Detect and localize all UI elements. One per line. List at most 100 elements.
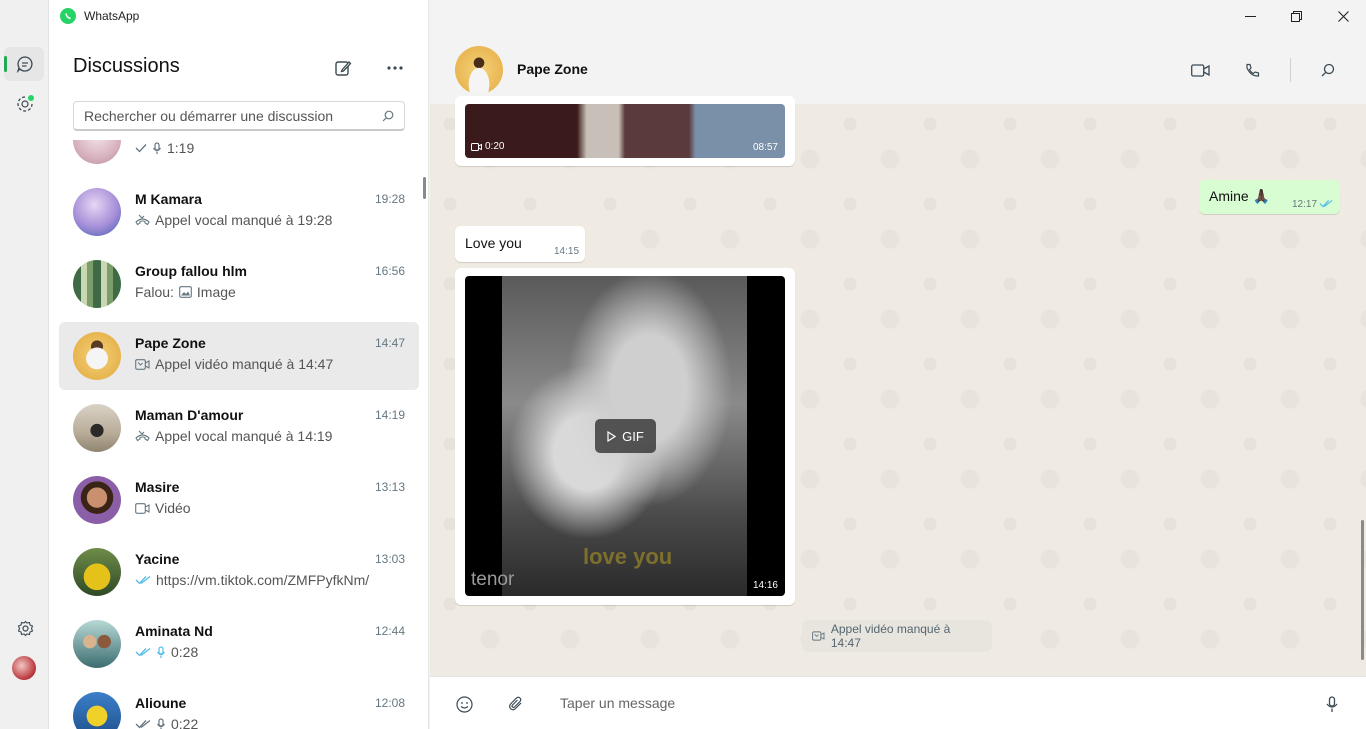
chat-item-aminata-nd[interactable]: Aminata Nd 12:44 0:28 [59, 610, 419, 678]
outgoing-message-bubble[interactable]: Amine 🙏🏿 12:17 [1199, 180, 1340, 214]
chat-item[interactable]: 1:19 [59, 140, 419, 174]
video-duration: 0:20 [485, 141, 505, 152]
close-button[interactable] [1333, 6, 1353, 26]
chat-time: 12:08 [374, 696, 405, 710]
whatsapp-logo-icon [60, 8, 76, 24]
profile-avatar[interactable] [12, 656, 36, 680]
chat-preview: Appel vidéo manqué à 14:47 [135, 356, 333, 372]
search-icon [1321, 63, 1335, 77]
chat-item-m-kamara[interactable]: M Kamara 19:28 Appel vocal manqué à 19:2… [59, 178, 419, 246]
chat-preview: Falou: Image [135, 284, 236, 300]
chat-item-masire[interactable]: Masire 13:13 Vidéo [59, 466, 419, 534]
missed-video-call-icon [812, 631, 825, 641]
nav-rail [0, 0, 49, 729]
chat-preview-text: Vidéo [155, 500, 191, 516]
conversation-panel: Pape Zone 0:20 08:57 Amine 🙏🏿 12:17 Love… [430, 0, 1366, 729]
search-input[interactable] [84, 107, 382, 124]
gif-message-bubble[interactable]: GIF love you tenor 14:16 [455, 268, 795, 605]
chat-time: 13:13 [374, 480, 405, 494]
avatar [73, 140, 121, 164]
chat-name: M Kamara [135, 191, 202, 207]
chat-preview: Appel vocal manqué à 19:28 [135, 212, 332, 228]
voice-message-button[interactable] [1321, 693, 1343, 715]
chat-name: Pape Zone [135, 335, 206, 351]
attach-button[interactable] [505, 693, 527, 715]
settings-nav-button[interactable] [12, 615, 38, 641]
emoji-button[interactable] [453, 693, 475, 715]
image-icon [179, 286, 192, 298]
chat-name: Group fallou hlm [135, 263, 247, 279]
video-icon [471, 142, 482, 151]
avatar [73, 548, 121, 596]
chat-name: Masire [135, 479, 180, 495]
video-duration-badge: 0:20 [471, 141, 504, 152]
search-in-chat-button[interactable] [1317, 60, 1339, 80]
microphone-icon [1326, 695, 1338, 712]
chat-list-panel: Discussions 1:19 M Kamara 19:28 Appel vo… [49, 0, 429, 729]
chat-name: Yacine [135, 551, 180, 567]
more-options-button[interactable] [385, 58, 405, 78]
double-check-icon [135, 647, 151, 657]
video-camera-icon [1190, 63, 1210, 77]
maximize-button[interactable] [1286, 6, 1306, 26]
minimize-button[interactable] [1240, 6, 1260, 26]
chat-preview-text: Appel vidéo manqué à 14:47 [155, 356, 334, 372]
chat-name: Aminata Nd [135, 623, 213, 639]
read-receipt-icon [1319, 199, 1333, 208]
mic-icon [157, 645, 165, 658]
chats-nav-button[interactable] [12, 51, 38, 77]
chat-preview: 1:19 [135, 140, 194, 156]
app-title: WhatsApp [84, 9, 140, 23]
chat-item-maman-damour[interactable]: Maman D'amour 14:19 Appel vocal manqué à… [59, 394, 419, 462]
tenor-watermark: tenor [471, 569, 515, 590]
search-box [73, 101, 405, 131]
contact-name[interactable]: Pape Zone [517, 61, 588, 77]
mic-icon [157, 717, 165, 729]
incoming-message-bubble[interactable]: Love you 14:15 [455, 226, 585, 262]
contact-avatar[interactable] [455, 46, 503, 94]
paperclip-icon [509, 696, 522, 711]
header-divider [1290, 58, 1291, 82]
conversation-scrollbar[interactable] [1361, 520, 1364, 660]
chat-item-yacine[interactable]: Yacine 13:03 https://vm.tiktok.com/ZMFPy… [59, 538, 419, 606]
gif-play-button[interactable]: GIF [595, 419, 656, 453]
system-message-text: Appel vidéo manqué à 14:47 [830, 622, 951, 650]
new-chat-button[interactable] [333, 58, 353, 78]
chat-item-group-fallou-hlm[interactable]: Group fallou hlm 16:56 Falou: Image [59, 250, 419, 318]
message-time: 12:17 [1292, 199, 1318, 210]
gear-icon [17, 620, 33, 636]
message-text: Amine 🙏🏿 [1209, 188, 1271, 204]
status-icon [17, 95, 34, 112]
avatar [73, 404, 121, 452]
search-icon [382, 110, 394, 121]
video-thumbnail[interactable]: 0:20 08:57 [465, 104, 785, 158]
voice-call-button[interactable] [1241, 60, 1263, 80]
avatar [73, 476, 121, 524]
chat-list-scrollbar[interactable] [423, 177, 426, 199]
video-message-bubble[interactable]: 0:20 08:57 [455, 96, 795, 166]
chat-preview: Vidéo [135, 500, 191, 516]
avatar [73, 260, 121, 308]
missed-call-system-message[interactable]: Appel vidéo manqué à 14:47 [802, 620, 992, 652]
chat-preview-text: Appel vocal manqué à 14:19 [155, 428, 333, 444]
message-time: 08:57 [752, 142, 778, 153]
double-check-icon [135, 719, 151, 729]
active-nav-indicator [4, 56, 7, 72]
chat-preview: https://vm.tiktok.com/ZMFPyfkNm/ [135, 572, 369, 588]
gif-label: GIF [622, 428, 644, 444]
chat-preview-text: Appel vocal manqué à 19:28 [155, 212, 333, 228]
message-input[interactable] [560, 691, 1300, 715]
status-nav-button[interactable] [12, 91, 38, 117]
missed-voice-call-icon [135, 430, 150, 441]
gif-media[interactable]: GIF love you tenor 14:16 [465, 276, 785, 596]
avatar [73, 620, 121, 668]
compose-icon [335, 61, 352, 76]
chat-item-alioune[interactable]: Alioune 12:08 0:22 [59, 682, 419, 729]
chat-item-pape-zone[interactable]: Pape Zone 14:47 Appel vidéo manqué à 14:… [59, 322, 419, 390]
conversation-header: Pape Zone [430, 0, 1366, 104]
video-call-button[interactable] [1189, 60, 1211, 80]
chat-time: 13:03 [374, 552, 405, 566]
chat-preview-text: https://vm.tiktok.com/ZMFPyfkNm/ [156, 572, 370, 588]
chat-preview-sender: Falou: [135, 284, 174, 300]
chat-time: 14:19 [374, 408, 405, 422]
